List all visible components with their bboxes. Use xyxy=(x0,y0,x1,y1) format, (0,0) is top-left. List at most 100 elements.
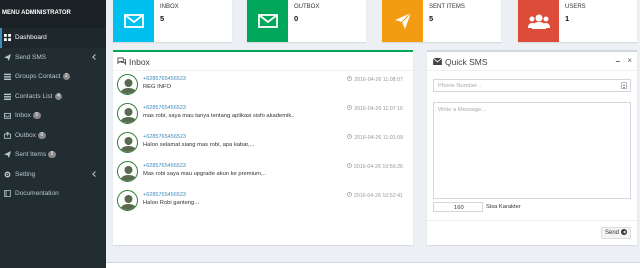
message-body: Haloo Robi ganteng... xyxy=(143,200,200,206)
message-time: 2016-04-26 10:52:41 xyxy=(346,192,403,199)
message-time: 2016-04-26 11:08:07 xyxy=(347,76,403,83)
clock-icon xyxy=(346,163,352,170)
message-time: 2016-04-26 11:01:09 xyxy=(347,134,403,141)
message-body: mas robi, saya mau tanya tentang aplikas… xyxy=(143,113,295,119)
quick-sms-title: Quick SMS xyxy=(445,57,488,67)
clock-icon xyxy=(347,76,353,83)
stat-label: OUTBOX xyxy=(294,4,320,10)
quick-sms-header: Quick SMS xyxy=(432,57,488,67)
sidebar-item-send-sms[interactable]: Send SMS xyxy=(0,48,106,68)
sidebar-item-sent-items[interactable]: Sent Items 5 xyxy=(0,145,106,165)
sidebar-item-documentation[interactable]: Documentation xyxy=(0,184,106,204)
phone-number-placeholder: Phone Number... xyxy=(438,83,482,89)
sidebar-header: MENU ADMINISTRATOR xyxy=(0,0,106,28)
message-timestamp: 2016-04-26 11:07:16 xyxy=(354,105,403,112)
clock-icon xyxy=(347,105,353,112)
stat-label: INBOX xyxy=(160,4,179,10)
message-timestamp: 2016-04-26 11:01:09 xyxy=(354,134,403,141)
stat-count: 5 xyxy=(429,14,434,23)
sidebar-item-groups-contact[interactable]: Groups Contact 2 xyxy=(0,67,106,87)
sidebar-item-label: Inbox xyxy=(15,112,31,120)
message-timestamp: 2016-04-26 10:56:26 xyxy=(353,163,403,170)
sidebar-item-label: Sent Items xyxy=(15,151,47,159)
quick-sms-panel: Quick SMS − × Phone Number... ▴ ▾ Write a… xyxy=(427,50,637,245)
message-item[interactable]: +6285765456523 2016-04-26 11:01:09 Haloo… xyxy=(117,130,409,158)
message-item[interactable]: +6285765456523 2016-04-26 11:08:07 REG I… xyxy=(117,72,409,100)
message-time: 2016-04-26 10:56:26 xyxy=(346,163,403,170)
sidebar-item-label: Dashboard xyxy=(15,34,47,42)
sidebar-item-outbox[interactable]: Outbox 0 xyxy=(0,126,106,146)
avatar xyxy=(117,132,138,153)
sidebar-item-label: Setting xyxy=(15,170,36,178)
count-badge: 0 xyxy=(37,131,46,139)
sidebar-item-label: Contacts List xyxy=(15,92,53,100)
sidebar-item-dashboard[interactable]: Dashboard xyxy=(0,28,106,48)
count-badge: 2 xyxy=(62,73,71,81)
avatar xyxy=(117,103,138,124)
message-sender-link[interactable]: +6285765456523 xyxy=(143,134,186,140)
message-item[interactable]: +6285765456523 2016-04-26 11:07:16 mas r… xyxy=(117,101,409,129)
stat-count: 5 xyxy=(160,14,165,23)
stat-label: SENT ITEMS xyxy=(429,4,465,10)
message-item[interactable]: +6285765456523 2016-04-26 10:56:26 Mas r… xyxy=(117,159,409,187)
count-badge: 5 xyxy=(48,151,56,159)
message-item[interactable]: +6285765456523 2016-04-26 10:52:41 Haloo… xyxy=(117,188,409,216)
stat-box-outbox[interactable]: OUTBOX 0 xyxy=(247,0,366,42)
sidebar-item-label: Outbox xyxy=(15,131,36,139)
sidebar-item-setting[interactable]: Setting xyxy=(0,165,106,185)
sidebar-item-label: Groups Contact xyxy=(15,73,61,81)
spinner-icon[interactable]: ▴ ▾ xyxy=(621,82,627,90)
sidebar-item-contacts-list[interactable]: Contacts List 4 xyxy=(0,87,106,107)
avatar xyxy=(117,190,138,211)
message-textarea[interactable]: Write a Message... xyxy=(433,102,631,199)
char-count-value: 160 xyxy=(454,205,464,211)
outbox-icon xyxy=(3,131,11,139)
dashboard-icon xyxy=(3,34,11,42)
message-body: REG INFO xyxy=(143,84,172,90)
list-icon xyxy=(3,92,11,100)
sent-icon xyxy=(3,151,11,159)
stat-box-inbox[interactable]: INBOX 5 xyxy=(113,0,232,42)
clock-icon xyxy=(347,134,353,141)
sidebar-item-label: Documentation xyxy=(15,190,59,198)
message-body: Mas robi saya mau upgrade akun ke premiu… xyxy=(143,171,266,177)
inbox-icon xyxy=(3,112,11,120)
clock-icon xyxy=(346,192,352,199)
close-icon[interactable]: × xyxy=(627,56,632,65)
book-icon xyxy=(3,190,11,198)
avatar xyxy=(117,161,138,182)
stat-count: 1 xyxy=(565,14,570,23)
send-button-label: Send xyxy=(604,230,619,236)
inbox-panel: Inbox +6285765456523 2016-04-26 11:08:07… xyxy=(113,50,413,245)
stat-count: 0 xyxy=(294,14,299,23)
inbox-panel-header: Inbox xyxy=(117,57,150,67)
count-badge: 5 xyxy=(32,112,41,120)
envelope-icon xyxy=(432,57,443,67)
minimize-icon[interactable]: − xyxy=(615,57,620,66)
gear-icon xyxy=(3,170,11,178)
stat-box-users[interactable]: USERS 1 xyxy=(518,0,637,42)
message-body: Haloo selamat siang mas robi, apa kabar,… xyxy=(143,142,255,148)
message-sender-link[interactable]: +6285765456523 xyxy=(143,163,186,169)
message-placeholder: Write a Message... xyxy=(438,107,487,113)
sidebar: MENU ADMINISTRATOR Dashboard Send SMS Gr… xyxy=(0,0,106,268)
message-sender-link[interactable]: +6285765456523 xyxy=(143,105,186,111)
avatar xyxy=(117,74,138,95)
stat-label: USERS xyxy=(565,4,586,10)
message-sender-link[interactable]: +6285765456523 xyxy=(143,76,186,82)
comments-icon xyxy=(117,57,126,67)
message-timestamp: 2016-04-26 11:08:07 xyxy=(354,76,403,83)
stat-box-sent-items[interactable]: SENT ITEMS 5 xyxy=(382,0,501,42)
message-timestamp: 2016-04-26 10:52:41 xyxy=(353,192,403,199)
footer xyxy=(106,262,640,268)
message-sender-link[interactable]: +6285765456523 xyxy=(143,192,186,198)
phone-number-field[interactable]: Phone Number... ▴ ▾ xyxy=(433,79,631,92)
char-count-label: Sisa Karakter xyxy=(486,204,521,210)
divider xyxy=(113,70,413,71)
envelope-icon xyxy=(113,0,154,42)
chevron-left-icon xyxy=(92,170,96,179)
sidebar-item-inbox[interactable]: Inbox 5 xyxy=(0,106,106,126)
inbox-panel-title: Inbox xyxy=(129,57,150,67)
send-icon xyxy=(3,53,11,61)
send-button[interactable]: Send xyxy=(601,227,631,239)
